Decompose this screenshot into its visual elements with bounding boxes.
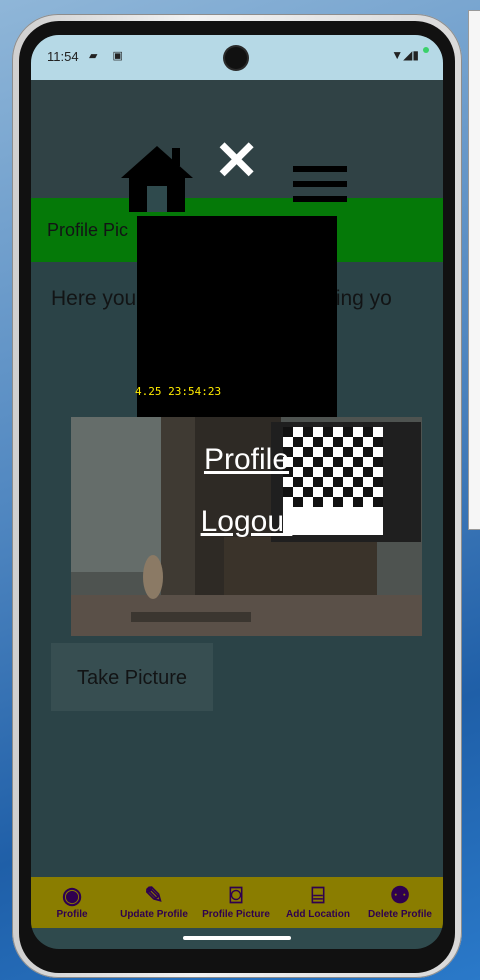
remove-person-icon: ⚉ [389, 882, 411, 908]
nav-add-location-label: Add Location [286, 909, 350, 920]
system-home-bar[interactable] [183, 936, 291, 940]
menu-logout-link[interactable]: Logout [71, 505, 422, 539]
home-icon[interactable] [117, 142, 197, 212]
hamburger-menu-icon[interactable] [293, 166, 347, 202]
status-signal-icons: ▼◢▮ [391, 48, 419, 62]
close-icon[interactable]: ✕ [214, 134, 259, 188]
phone-screen: 11:54 ▰ ▣ ▼◢▮ Profile Pic Here you can t… [31, 35, 443, 949]
nav-profile-label: Profile [56, 909, 88, 920]
nav-delete-profile-label: Delete Profile [368, 909, 432, 920]
status-bar: 11:54 ▰ ▣ ▼◢▮ [31, 35, 443, 80]
captured-photo: Profile Logout [71, 417, 422, 636]
camera-icon: ⌼ [229, 882, 243, 908]
nav-profile-picture-label: Profile Picture [202, 909, 270, 920]
person-icon: ◉ [61, 882, 83, 908]
bottom-navigation: ◉ Profile ✎ Update Profile ⌼ Profile Pic… [31, 877, 443, 928]
nav-profile-picture[interactable]: ⌼ Profile Picture [195, 881, 277, 925]
status-notification-icons: ▰ ▣ [89, 50, 129, 62]
map-icon: ⌸ [311, 882, 325, 908]
app-content: Profile Pic Here you can take a picture … [31, 80, 443, 915]
nav-update-profile-label: Update Profile [120, 909, 188, 920]
nav-delete-profile[interactable]: ⚉ Delete Profile [359, 881, 441, 925]
nav-profile[interactable]: ◉ Profile [31, 881, 113, 925]
privacy-dot-icon [423, 47, 429, 53]
desktop-side-panel [468, 10, 480, 530]
menu-profile-link[interactable]: Profile [71, 443, 422, 477]
front-camera-icon [225, 47, 247, 69]
edit-person-icon: ✎ [144, 882, 164, 908]
nav-update-profile[interactable]: ✎ Update Profile [113, 881, 195, 925]
nav-add-location[interactable]: ⌸ Add Location [277, 881, 359, 925]
camera-timestamp: 4.25 23:54:23 [135, 385, 222, 398]
status-time: 11:54 [47, 49, 79, 64]
